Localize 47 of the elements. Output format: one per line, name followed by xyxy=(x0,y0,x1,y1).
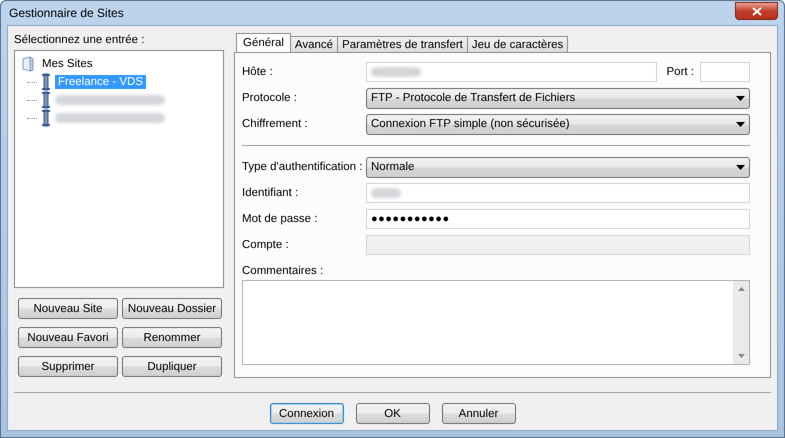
server-icon xyxy=(41,73,51,91)
blurred-tree-item[interactable] xyxy=(55,113,165,123)
scroll-up-icon xyxy=(738,287,744,291)
scroll-down-icon xyxy=(738,354,744,358)
tab[interactable]: Général xyxy=(236,33,291,52)
site-action-button[interactable]: Renommer xyxy=(122,327,222,348)
auth-type-dropdown[interactable]: Normale xyxy=(366,156,750,178)
site-action-button[interactable]: Nouveau Favori xyxy=(18,327,118,348)
tree-label: Sélectionnez une entrée : xyxy=(14,34,146,48)
username-field[interactable] xyxy=(366,183,750,203)
port-field[interactable] xyxy=(700,62,750,82)
site-action-button[interactable]: Supprimer xyxy=(18,356,118,377)
dropdown-arrow-icon xyxy=(736,122,745,126)
field-label: Commentaires : xyxy=(242,264,324,279)
tab[interactable]: Avancé xyxy=(290,36,338,52)
tree-item[interactable]: Mes Sites xyxy=(39,57,96,71)
server-icon xyxy=(41,91,51,109)
server-icon xyxy=(41,109,51,127)
dialog-button[interactable]: Connexion xyxy=(270,403,344,424)
dropdown-arrow-icon xyxy=(736,96,745,100)
tab[interactable]: Paramètres de transfert xyxy=(337,36,468,52)
comments-field[interactable] xyxy=(242,280,750,365)
protocol-dropdown[interactable]: FTP - Protocole de Transfert de Fichiers xyxy=(366,88,750,108)
field-label: Chiffrement : xyxy=(242,118,309,130)
field-label: Mot de passe : xyxy=(242,213,318,225)
dialog-button[interactable]: OK xyxy=(356,403,430,424)
close-icon xyxy=(752,6,762,16)
site-action-button[interactable]: Nouveau Dossier xyxy=(122,298,222,319)
field-label: Hôte : xyxy=(242,66,274,78)
blurred-tree-item[interactable] xyxy=(55,95,165,105)
password-field[interactable]: ●●●●●●●●●●● xyxy=(366,209,750,229)
field-label: Protocole : xyxy=(242,92,298,104)
scrollbar[interactable] xyxy=(733,281,749,364)
site-action-button[interactable]: Dupliquer xyxy=(122,356,222,377)
tab[interactable]: Jeu de caractères xyxy=(466,36,568,52)
dropdown-arrow-icon xyxy=(736,164,745,170)
host-field[interactable] xyxy=(366,62,657,82)
folder-icon xyxy=(21,56,35,72)
field-label: Port : xyxy=(666,66,694,78)
close-button[interactable] xyxy=(735,2,778,20)
field-label: Identifiant : xyxy=(242,187,300,199)
field-label: Compte : xyxy=(242,239,290,251)
encryption-dropdown[interactable]: Connexion FTP simple (non sécurisée) xyxy=(366,114,750,134)
site-action-button[interactable]: Nouveau Site xyxy=(18,298,118,319)
window-title: Gestionnaire de Sites xyxy=(9,6,124,20)
field-label: Type d'authentification : xyxy=(242,161,364,173)
dialog-button[interactable]: Annuler xyxy=(442,403,516,424)
